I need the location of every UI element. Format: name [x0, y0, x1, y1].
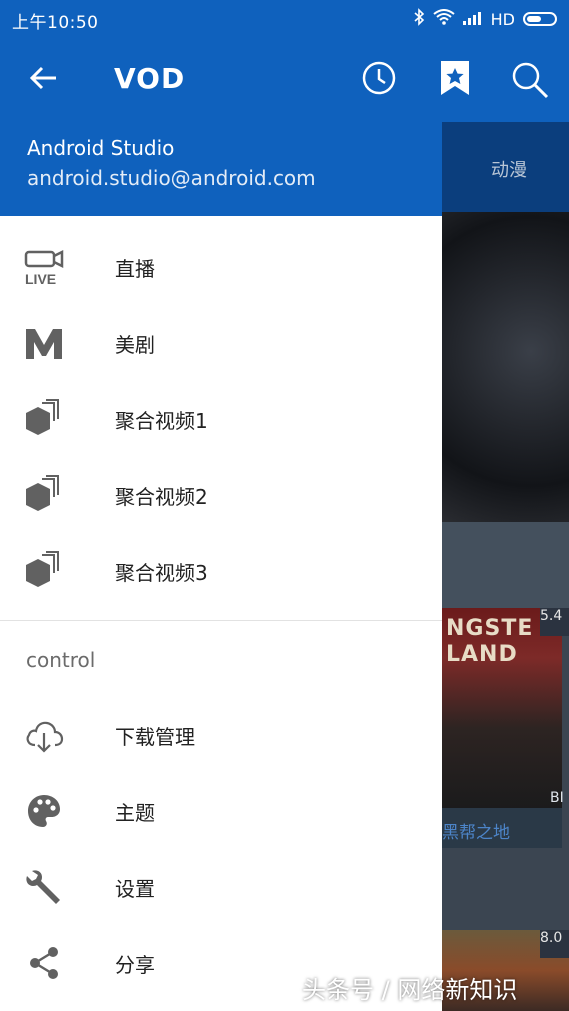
drawer-item-label: 聚合视频1 [115, 409, 208, 433]
status-bar: 上午10:50 HD [0, 0, 569, 38]
drawer-item-label: 聚合视频2 [115, 485, 208, 509]
wrench-icon [24, 867, 64, 907]
drawer-item-downloads[interactable]: 下载管理 [0, 697, 442, 773]
drawer-item-aggregate-2[interactable]: 聚合视频2 [0, 457, 442, 533]
poster-tag: BI [550, 790, 564, 806]
section-header-control: control [26, 648, 96, 672]
drawer-item-label: 下载管理 [115, 725, 195, 749]
wifi-icon [433, 9, 455, 29]
drawer-item-label: 直播 [115, 257, 155, 281]
account-name: Android Studio [27, 136, 175, 160]
drawer-divider [0, 620, 442, 621]
drawer-item-live[interactable]: LIVE 直播 [0, 229, 442, 305]
status-time: 上午10:50 [12, 13, 99, 33]
drawer-item-aggregate-1[interactable]: 聚合视频1 [0, 381, 442, 457]
bookmark-star-icon[interactable] [440, 60, 470, 96]
history-clock-icon[interactable] [361, 60, 397, 96]
network-type: HD [490, 9, 515, 29]
svg-text:LIVE: LIVE [25, 271, 56, 287]
live-icon: LIVE [24, 247, 64, 287]
stack-icon [24, 396, 64, 439]
rating-badge-2: 8.0 [540, 930, 569, 958]
drawer-item-aggregate-3[interactable]: 聚合视频3 [0, 533, 442, 609]
drawer-item-theme[interactable]: 主题 [0, 773, 442, 849]
signal-icon [462, 10, 483, 29]
hero-banner[interactable] [442, 212, 569, 522]
watermark-text: 头条号 / 网络新知识 [302, 976, 518, 1004]
drawer-header: Android Studio android.studio@android.co… [0, 122, 442, 216]
back-arrow-icon[interactable] [28, 62, 60, 94]
rating-value-2: 8.0 [540, 930, 563, 946]
drawer-item-label: 美剧 [115, 333, 155, 357]
content-gap [442, 522, 569, 608]
category-tab-bar: 动漫 [442, 122, 569, 212]
cloud-download-icon [24, 715, 64, 755]
rating-value: 5.4 [540, 608, 563, 624]
search-icon[interactable] [510, 60, 550, 100]
drawer-item-label: 主题 [115, 801, 155, 825]
drawer-item-label: 设置 [115, 877, 155, 901]
drawer-item-label: 分享 [115, 953, 155, 977]
poster-title: NGSTE LAND [446, 616, 534, 667]
share-icon [24, 943, 64, 983]
stack-icon [24, 551, 64, 591]
rating-badge: 5.4 [540, 608, 569, 636]
account-email: android.studio@android.com [27, 166, 316, 190]
tab-anime[interactable]: 动漫 [491, 156, 527, 182]
navigation-drawer: Android Studio android.studio@android.co… [0, 122, 442, 1011]
drawer-item-settings[interactable]: 设置 [0, 849, 442, 925]
card-title[interactable]: 黑帮之地 [442, 818, 510, 843]
movie-poster[interactable]: NGSTE LAND [442, 608, 562, 808]
drawer-item-label: 聚合视频3 [115, 561, 208, 585]
status-icons: HD [413, 8, 557, 30]
app-toolbar: VOD [0, 38, 569, 122]
bluetooth-icon [413, 8, 425, 30]
palette-icon [24, 791, 64, 831]
main-content-background: 动漫 NGSTE LAND 5.4 BI 黑帮之地 8.0 [442, 122, 569, 1011]
stack-icon [24, 475, 64, 515]
drawer-item-us-drama[interactable]: 美剧 [0, 305, 442, 381]
m-logo-icon [24, 323, 64, 363]
battery-icon [523, 12, 557, 26]
toolbar-title: VOD [114, 62, 186, 95]
